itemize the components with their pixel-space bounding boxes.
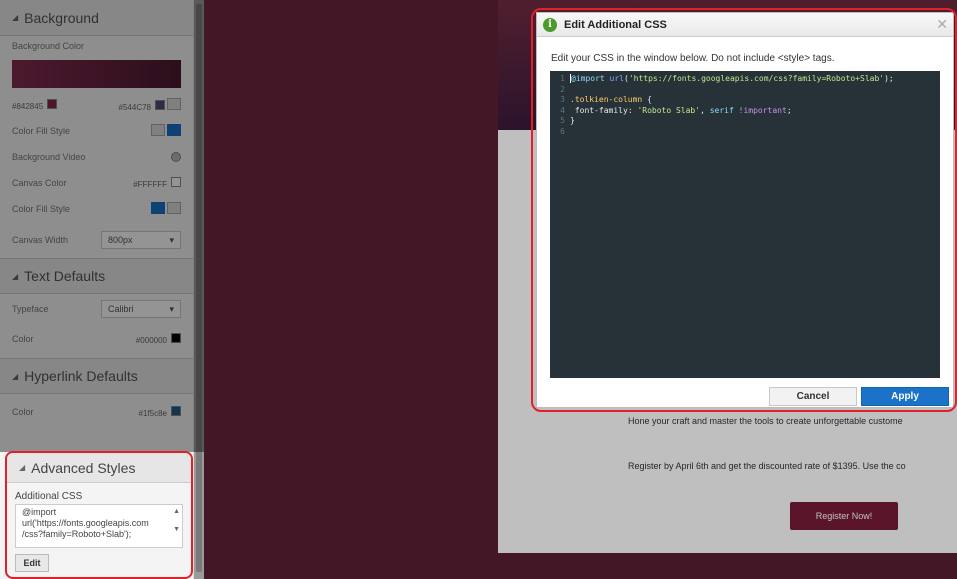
edit-css-button[interactable]: Edit: [15, 554, 49, 572]
css-line: /css?family=Roboto+Slab');: [22, 529, 132, 539]
additional-css-label: Additional CSS: [15, 491, 83, 502]
section-title: Advanced Styles: [31, 459, 136, 476]
css-line: @import: [22, 507, 57, 517]
register-now-button[interactable]: Register Now!: [790, 502, 898, 530]
collapse-triangle-icon: ◢: [19, 463, 26, 472]
additional-css-textarea[interactable]: @import url('https://fonts.googleapis.co…: [15, 504, 183, 548]
css-line: url('https://fonts.googleapis.com: [22, 518, 149, 528]
page-text-line: Hone your craft and master the tools to …: [628, 416, 903, 426]
page-text-line: Register by April 6th and get the discou…: [628, 461, 906, 471]
highlight-outline: [531, 8, 957, 412]
modal-backdrop-left: [0, 0, 204, 452]
advanced-styles-panel: ◢ Advanced Styles Additional CSS @import…: [5, 451, 193, 579]
textarea-scroll-arrows-icon[interactable]: ▲ ▼: [173, 507, 180, 534]
section-header-advanced-styles[interactable]: ◢ Advanced Styles: [7, 453, 191, 483]
